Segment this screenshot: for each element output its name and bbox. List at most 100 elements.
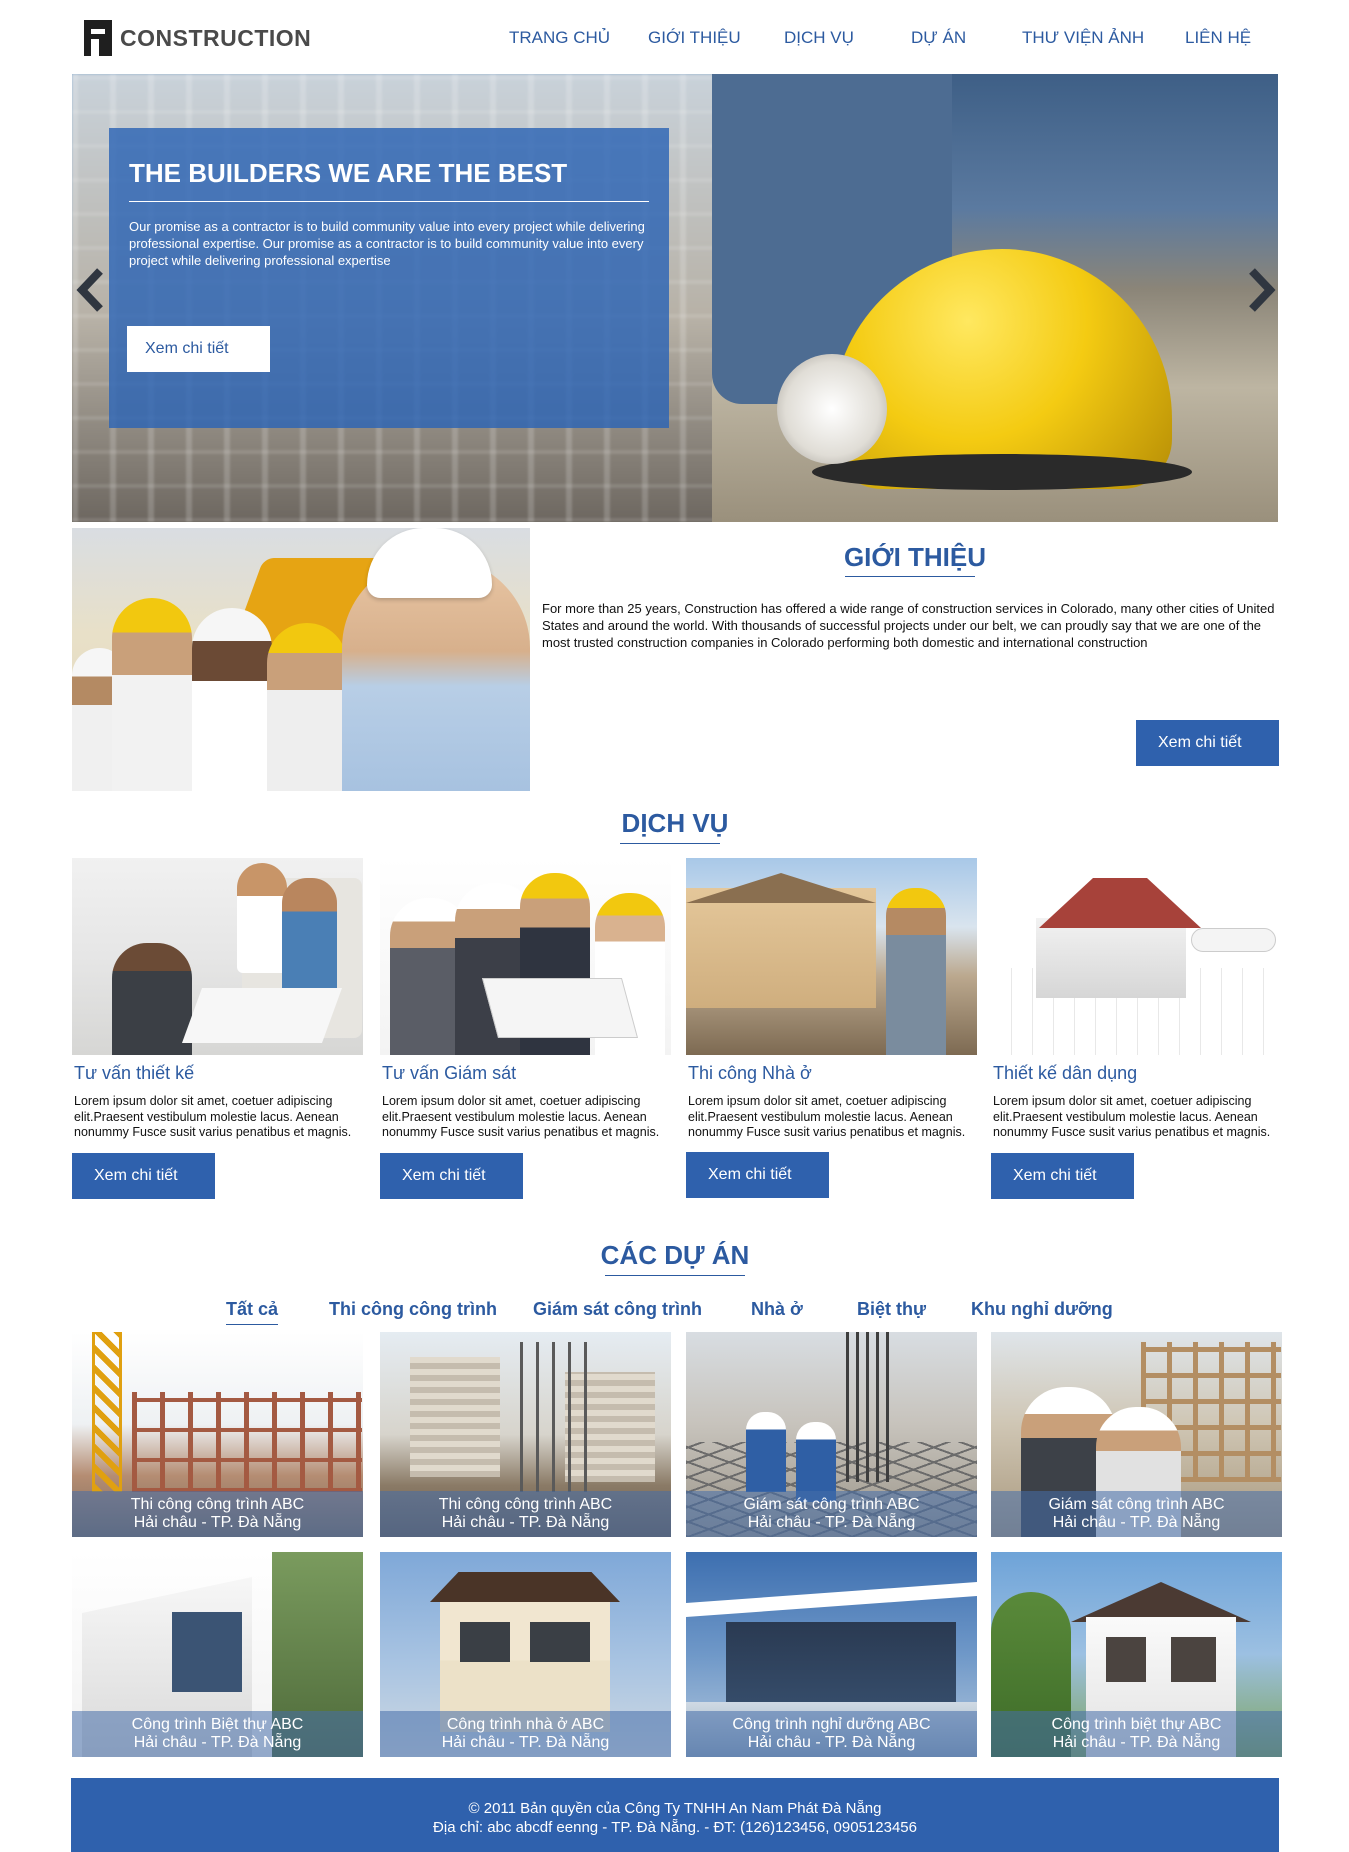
service-text: Lorem ipsum dolor sit amet, coetuer adip… xyxy=(993,1094,1271,1139)
project-card[interactable]: Giám sát công trình ABC Hải châu - TP. Đ… xyxy=(991,1332,1282,1537)
project-card[interactable]: Thi công công trình ABC Hải châu - TP. Đ… xyxy=(72,1332,363,1537)
main-nav: TRANG CHỦ GIỚI THIỆU DỊCH VỤ DỰ ÁN THƯ V… xyxy=(0,28,1349,52)
about-team-image xyxy=(72,528,530,791)
window-shape xyxy=(460,1622,510,1662)
project-card[interactable]: Thi công công trình ABC Hải châu - TP. Đ… xyxy=(380,1332,671,1537)
scaffold-shape xyxy=(132,1392,362,1492)
nav-item-gallery[interactable]: THƯ VIỆN ẢNH xyxy=(1022,28,1144,48)
service-details-button[interactable]: Xem chi tiết xyxy=(72,1153,215,1199)
chevron-left-icon[interactable] xyxy=(76,265,106,315)
roof-slab-shape xyxy=(686,1582,977,1617)
hero-divider xyxy=(129,201,649,202)
hero-text: Our promise as a contractor is to build … xyxy=(129,219,645,268)
project-card[interactable]: Công trình biệt thự ABC Hải châu - TP. Đ… xyxy=(991,1552,1282,1757)
window-shape xyxy=(1171,1637,1216,1682)
project-name: Công trình Biệt thự ABC xyxy=(131,1716,304,1733)
project-name: Giám sát công trình ABC xyxy=(743,1496,920,1513)
filter-tab-all[interactable]: Tất cả xyxy=(226,1299,278,1320)
filter-tab-resort[interactable]: Khu nghỉ dưỡng xyxy=(971,1299,1113,1320)
project-location: Hải châu - TP. Đà Nẵng xyxy=(133,1514,302,1531)
project-location: Hải châu - TP. Đà Nẵng xyxy=(747,1734,916,1751)
project-location: Hải châu - TP. Đà Nẵng xyxy=(1052,1734,1221,1751)
footer-address: Địa chỉ: abc abcdf eenng - TP. Đà Nẵng. … xyxy=(433,1819,917,1836)
hard-hat-brim xyxy=(812,454,1192,490)
service-image-civil-design xyxy=(991,858,1282,1055)
project-name: Công trình nhà ở ABC xyxy=(446,1716,605,1733)
worker-shape xyxy=(112,598,192,791)
roof-shape xyxy=(1071,1582,1251,1622)
hero-title: THE BUILDERS WE ARE THE BEST xyxy=(129,158,568,188)
project-caption: Giám sát công trình ABC Hải châu - TP. Đ… xyxy=(686,1491,977,1537)
service-details-button[interactable]: Xem chi tiết xyxy=(686,1152,829,1198)
service-text: Lorem ipsum dolor sit amet, coetuer adip… xyxy=(382,1094,660,1139)
nav-item-home[interactable]: TRANG CHỦ xyxy=(509,28,610,48)
window-shape xyxy=(530,1622,590,1662)
projects-title: CÁC DỰ ÁN xyxy=(600,1240,750,1270)
building-shape xyxy=(410,1357,500,1477)
about-title-underline xyxy=(845,576,975,577)
project-caption: Giám sát công trình ABC Hải châu - TP. Đ… xyxy=(991,1491,1282,1537)
worker-shape xyxy=(192,608,272,791)
project-location: Hải châu - TP. Đà Nẵng xyxy=(133,1734,302,1751)
nav-item-services[interactable]: DỊCH VỤ xyxy=(784,28,854,48)
column-rebar-shape xyxy=(846,1332,896,1482)
project-caption: Công trình nhà ở ABC Hải châu - TP. Đà N… xyxy=(380,1711,671,1757)
person-shape xyxy=(112,943,192,1055)
service-image-housing xyxy=(686,858,977,1055)
blueprint-roll-shape xyxy=(1191,928,1276,952)
service-image-supervision xyxy=(380,858,671,1055)
project-card[interactable]: Công trình nghỉ dưỡng ABC Hải châu - TP.… xyxy=(686,1552,977,1757)
project-location: Hải châu - TP. Đà Nẵng xyxy=(441,1514,610,1531)
project-name: Công trình nghỉ dưỡng ABC xyxy=(732,1716,931,1733)
about-text: For more than 25 years, Construction has… xyxy=(542,601,1275,650)
projects-title-underline xyxy=(605,1275,745,1276)
footer-copyright: © 2011 Bản quyền của Công Ty TNHH An Nam… xyxy=(468,1800,882,1817)
filter-tab-supervision[interactable]: Giám sát công trình xyxy=(533,1299,702,1320)
service-title: Tư vấn Giám sát xyxy=(382,1063,517,1083)
service-title: Tư vấn thiết kế xyxy=(74,1063,195,1083)
services-title-underline xyxy=(620,843,720,844)
blueprint-roll-image xyxy=(777,354,887,464)
filter-tab-construction[interactable]: Thi công công trình xyxy=(329,1299,497,1320)
project-name: Công trình biệt thự ABC xyxy=(1051,1716,1222,1733)
filter-tab-villa[interactable]: Biệt thự xyxy=(857,1299,926,1320)
service-details-button[interactable]: Xem chi tiết xyxy=(991,1153,1134,1199)
project-location: Hải châu - TP. Đà Nẵng xyxy=(441,1734,610,1751)
service-text: Lorem ipsum dolor sit amet, coetuer adip… xyxy=(74,1094,352,1139)
nav-item-about[interactable]: GIỚI THIỆU xyxy=(648,28,741,48)
model-house-roof xyxy=(1039,878,1201,928)
project-name: Thi công công trình ABC xyxy=(130,1496,305,1513)
project-card[interactable]: Công trình nhà ở ABC Hải châu - TP. Đà N… xyxy=(380,1552,671,1757)
hero-caption-box: THE BUILDERS WE ARE THE BEST Our promise… xyxy=(109,128,669,428)
house-frame-shape xyxy=(686,888,876,1008)
worker-shape xyxy=(886,888,946,1055)
project-card[interactable]: Công trình Biệt thự ABC Hải châu - TP. Đ… xyxy=(72,1552,363,1757)
chevron-right-icon[interactable] xyxy=(1246,265,1276,315)
nav-item-contact[interactable]: LIÊN HỆ xyxy=(1185,28,1251,48)
service-title: Thiết kế dân dụng xyxy=(993,1063,1138,1083)
table-shape xyxy=(181,988,343,1043)
project-caption: Công trình nghỉ dưỡng ABC Hải châu - TP.… xyxy=(686,1711,977,1757)
hero-details-button[interactable]: Xem chi tiết xyxy=(127,326,270,372)
service-title: Thi công Nhà ở xyxy=(688,1063,812,1083)
worker-shape xyxy=(746,1412,786,1492)
blueprint-shape xyxy=(481,978,639,1038)
worker-shape xyxy=(267,623,347,791)
model-house-walls xyxy=(1036,918,1186,998)
project-caption: Thi công công trình ABC Hải châu - TP. Đ… xyxy=(380,1491,671,1537)
about-details-button[interactable]: Xem chi tiết xyxy=(1136,720,1279,766)
roof-shape xyxy=(430,1572,620,1602)
window-shape xyxy=(172,1612,242,1692)
crane-tower-shape xyxy=(92,1332,122,1492)
services-title: DỊCH VỤ xyxy=(621,808,729,838)
filter-tab-housing[interactable]: Nhà ở xyxy=(751,1299,803,1320)
service-details-button[interactable]: Xem chi tiết xyxy=(380,1153,523,1199)
about-title: GIỚI THIỆU xyxy=(843,542,987,572)
project-card[interactable]: Giám sát công trình ABC Hải châu - TP. Đ… xyxy=(686,1332,977,1537)
white-hard-hat-shape xyxy=(367,528,492,598)
nav-item-projects[interactable]: DỰ ÁN xyxy=(911,28,966,48)
project-name: Thi công công trình ABC xyxy=(438,1496,613,1513)
window-shape xyxy=(1106,1637,1146,1682)
person-shape xyxy=(282,878,337,998)
site-header: CONSTRUCTION TRANG CHỦ GIỚI THIỆU DỊCH V… xyxy=(0,0,1349,74)
